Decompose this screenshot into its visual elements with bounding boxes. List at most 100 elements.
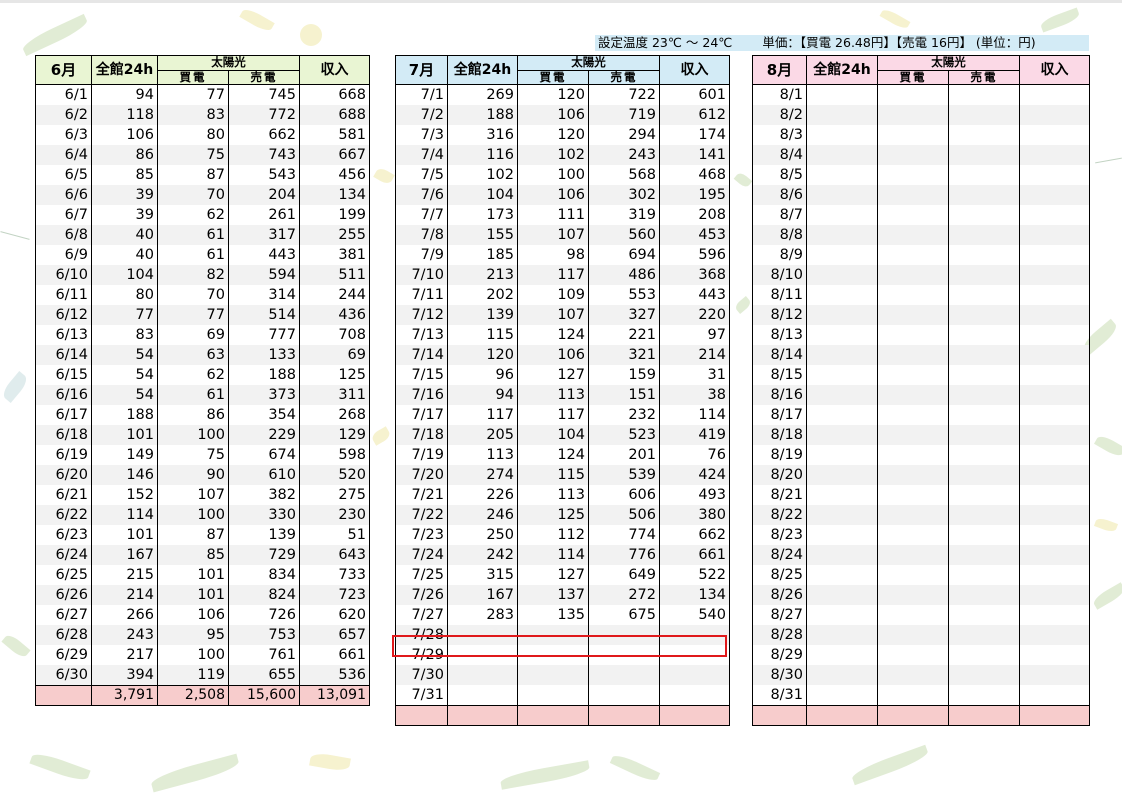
value-cell: 581 <box>299 125 370 145</box>
value-cell: 243 <box>588 145 660 165</box>
value-cell <box>948 125 1020 145</box>
value-cell <box>806 84 878 105</box>
date-cell: 8/20 <box>752 465 807 485</box>
value-cell: 109 <box>517 285 589 305</box>
value-cell: 125 <box>299 365 370 385</box>
solar-column-header: 太陽光 <box>877 55 1020 71</box>
value-cell: 117 <box>517 405 589 425</box>
table-row: 6/8 40 61 317 255 <box>35 225 370 245</box>
value-cell: 104 <box>517 425 589 445</box>
value-cell: 553 <box>588 285 660 305</box>
date-cell: 6/16 <box>35 385 92 405</box>
value-cell: 77 <box>91 305 158 325</box>
value-cell: 151 <box>588 385 660 405</box>
date-cell: 8/4 <box>752 145 807 165</box>
table-row: 8/11 <box>752 285 1090 305</box>
value-cell: 113 <box>517 385 589 405</box>
value-cell <box>659 645 730 665</box>
table-row: 6/15 54 62 188 125 <box>35 365 370 385</box>
value-cell: 120 <box>517 125 589 145</box>
value-cell <box>806 405 878 425</box>
date-cell: 7/30 <box>395 665 448 685</box>
value-cell: 674 <box>228 445 300 465</box>
date-cell: 7/26 <box>395 585 448 605</box>
value-cell: 394 <box>91 665 158 686</box>
table-row: 7/6 104 106 302 195 <box>395 185 730 205</box>
month-label: 6月 <box>35 55 92 85</box>
value-cell <box>447 665 518 685</box>
value-cell: 834 <box>228 565 300 585</box>
value-cell: 95 <box>157 625 229 645</box>
date-cell: 7/24 <box>395 545 448 565</box>
table-row: 6/1 94 77 745 668 <box>35 84 370 105</box>
table-row: 6/18 101 100 229 129 <box>35 425 370 445</box>
date-cell: 8/10 <box>752 265 807 285</box>
table-row: 7/3 316 120 294 174 <box>395 125 730 145</box>
table-row: 6/12 77 77 514 436 <box>35 305 370 325</box>
value-cell: 146 <box>91 465 158 485</box>
table-row: 7/23 250 112 774 662 <box>395 525 730 545</box>
value-cell: 661 <box>299 645 370 665</box>
value-cell: 115 <box>517 465 589 485</box>
date-cell: 6/1 <box>35 84 92 105</box>
value-cell: 208 <box>659 205 730 225</box>
date-cell: 6/30 <box>35 665 92 686</box>
value-cell: 221 <box>588 325 660 345</box>
value-cell: 86 <box>157 405 229 425</box>
value-cell: 127 <box>517 565 589 585</box>
value-cell: 649 <box>588 565 660 585</box>
value-cell <box>1019 685 1090 706</box>
value-cell <box>948 485 1020 505</box>
value-cell: 275 <box>299 485 370 505</box>
value-cell: 106 <box>91 125 158 145</box>
value-cell: 100 <box>157 505 229 525</box>
date-cell: 7/3 <box>395 125 448 145</box>
value-cell <box>806 345 878 365</box>
value-cell: 536 <box>299 665 370 686</box>
date-cell: 7/19 <box>395 445 448 465</box>
value-cell <box>806 305 878 325</box>
value-cell <box>1019 605 1090 625</box>
date-cell: 6/28 <box>35 625 92 645</box>
date-cell: 6/2 <box>35 105 92 125</box>
date-cell: 8/24 <box>752 545 807 565</box>
value-cell: 139 <box>447 305 518 325</box>
value-cell: 506 <box>588 505 660 525</box>
value-cell <box>806 525 878 545</box>
value-cell <box>948 505 1020 525</box>
table-row: 6/6 39 70 204 134 <box>35 185 370 205</box>
value-cell: 114 <box>659 405 730 425</box>
value-cell: 94 <box>91 84 158 105</box>
august-table-wrap: 8月 全館24h 太陽光 収入 買電 売電 8/1 8/2 8/3 8/4 8/5 8/6… <box>752 55 1090 726</box>
value-cell: 268 <box>299 405 370 425</box>
date-cell: 6/20 <box>35 465 92 485</box>
value-cell: 688 <box>299 105 370 125</box>
value-cell: 119 <box>157 665 229 686</box>
date-cell: 8/28 <box>752 625 807 645</box>
date-cell: 8/11 <box>752 285 807 305</box>
date-cell: 8/3 <box>752 125 807 145</box>
value-cell: 100 <box>517 165 589 185</box>
value-cell: 133 <box>228 345 300 365</box>
table-row: 6/27 266 106 726 620 <box>35 605 370 625</box>
value-cell <box>806 165 878 185</box>
value-cell: 244 <box>299 285 370 305</box>
value-cell <box>1019 525 1090 545</box>
value-cell: 753 <box>228 625 300 645</box>
table-row: 8/12 <box>752 305 1090 325</box>
table-row: 6/17 188 86 354 268 <box>35 405 370 425</box>
value-cell: 106 <box>157 605 229 625</box>
value-cell <box>877 265 949 285</box>
value-cell <box>659 665 730 685</box>
value-cell: 85 <box>91 165 158 185</box>
value-cell <box>877 225 949 245</box>
value-cell <box>588 685 660 706</box>
date-cell: 8/1 <box>752 84 807 105</box>
value-cell: 101 <box>157 585 229 605</box>
table-row: 6/5 85 87 543 456 <box>35 165 370 185</box>
date-cell: 8/27 <box>752 605 807 625</box>
table-row: 8/29 <box>752 645 1090 665</box>
unit-price: 単価：【買電 26.48円】【売電 16円】 (単位：円) <box>762 35 1036 50</box>
value-cell: 468 <box>659 165 730 185</box>
date-cell: 7/10 <box>395 265 448 285</box>
